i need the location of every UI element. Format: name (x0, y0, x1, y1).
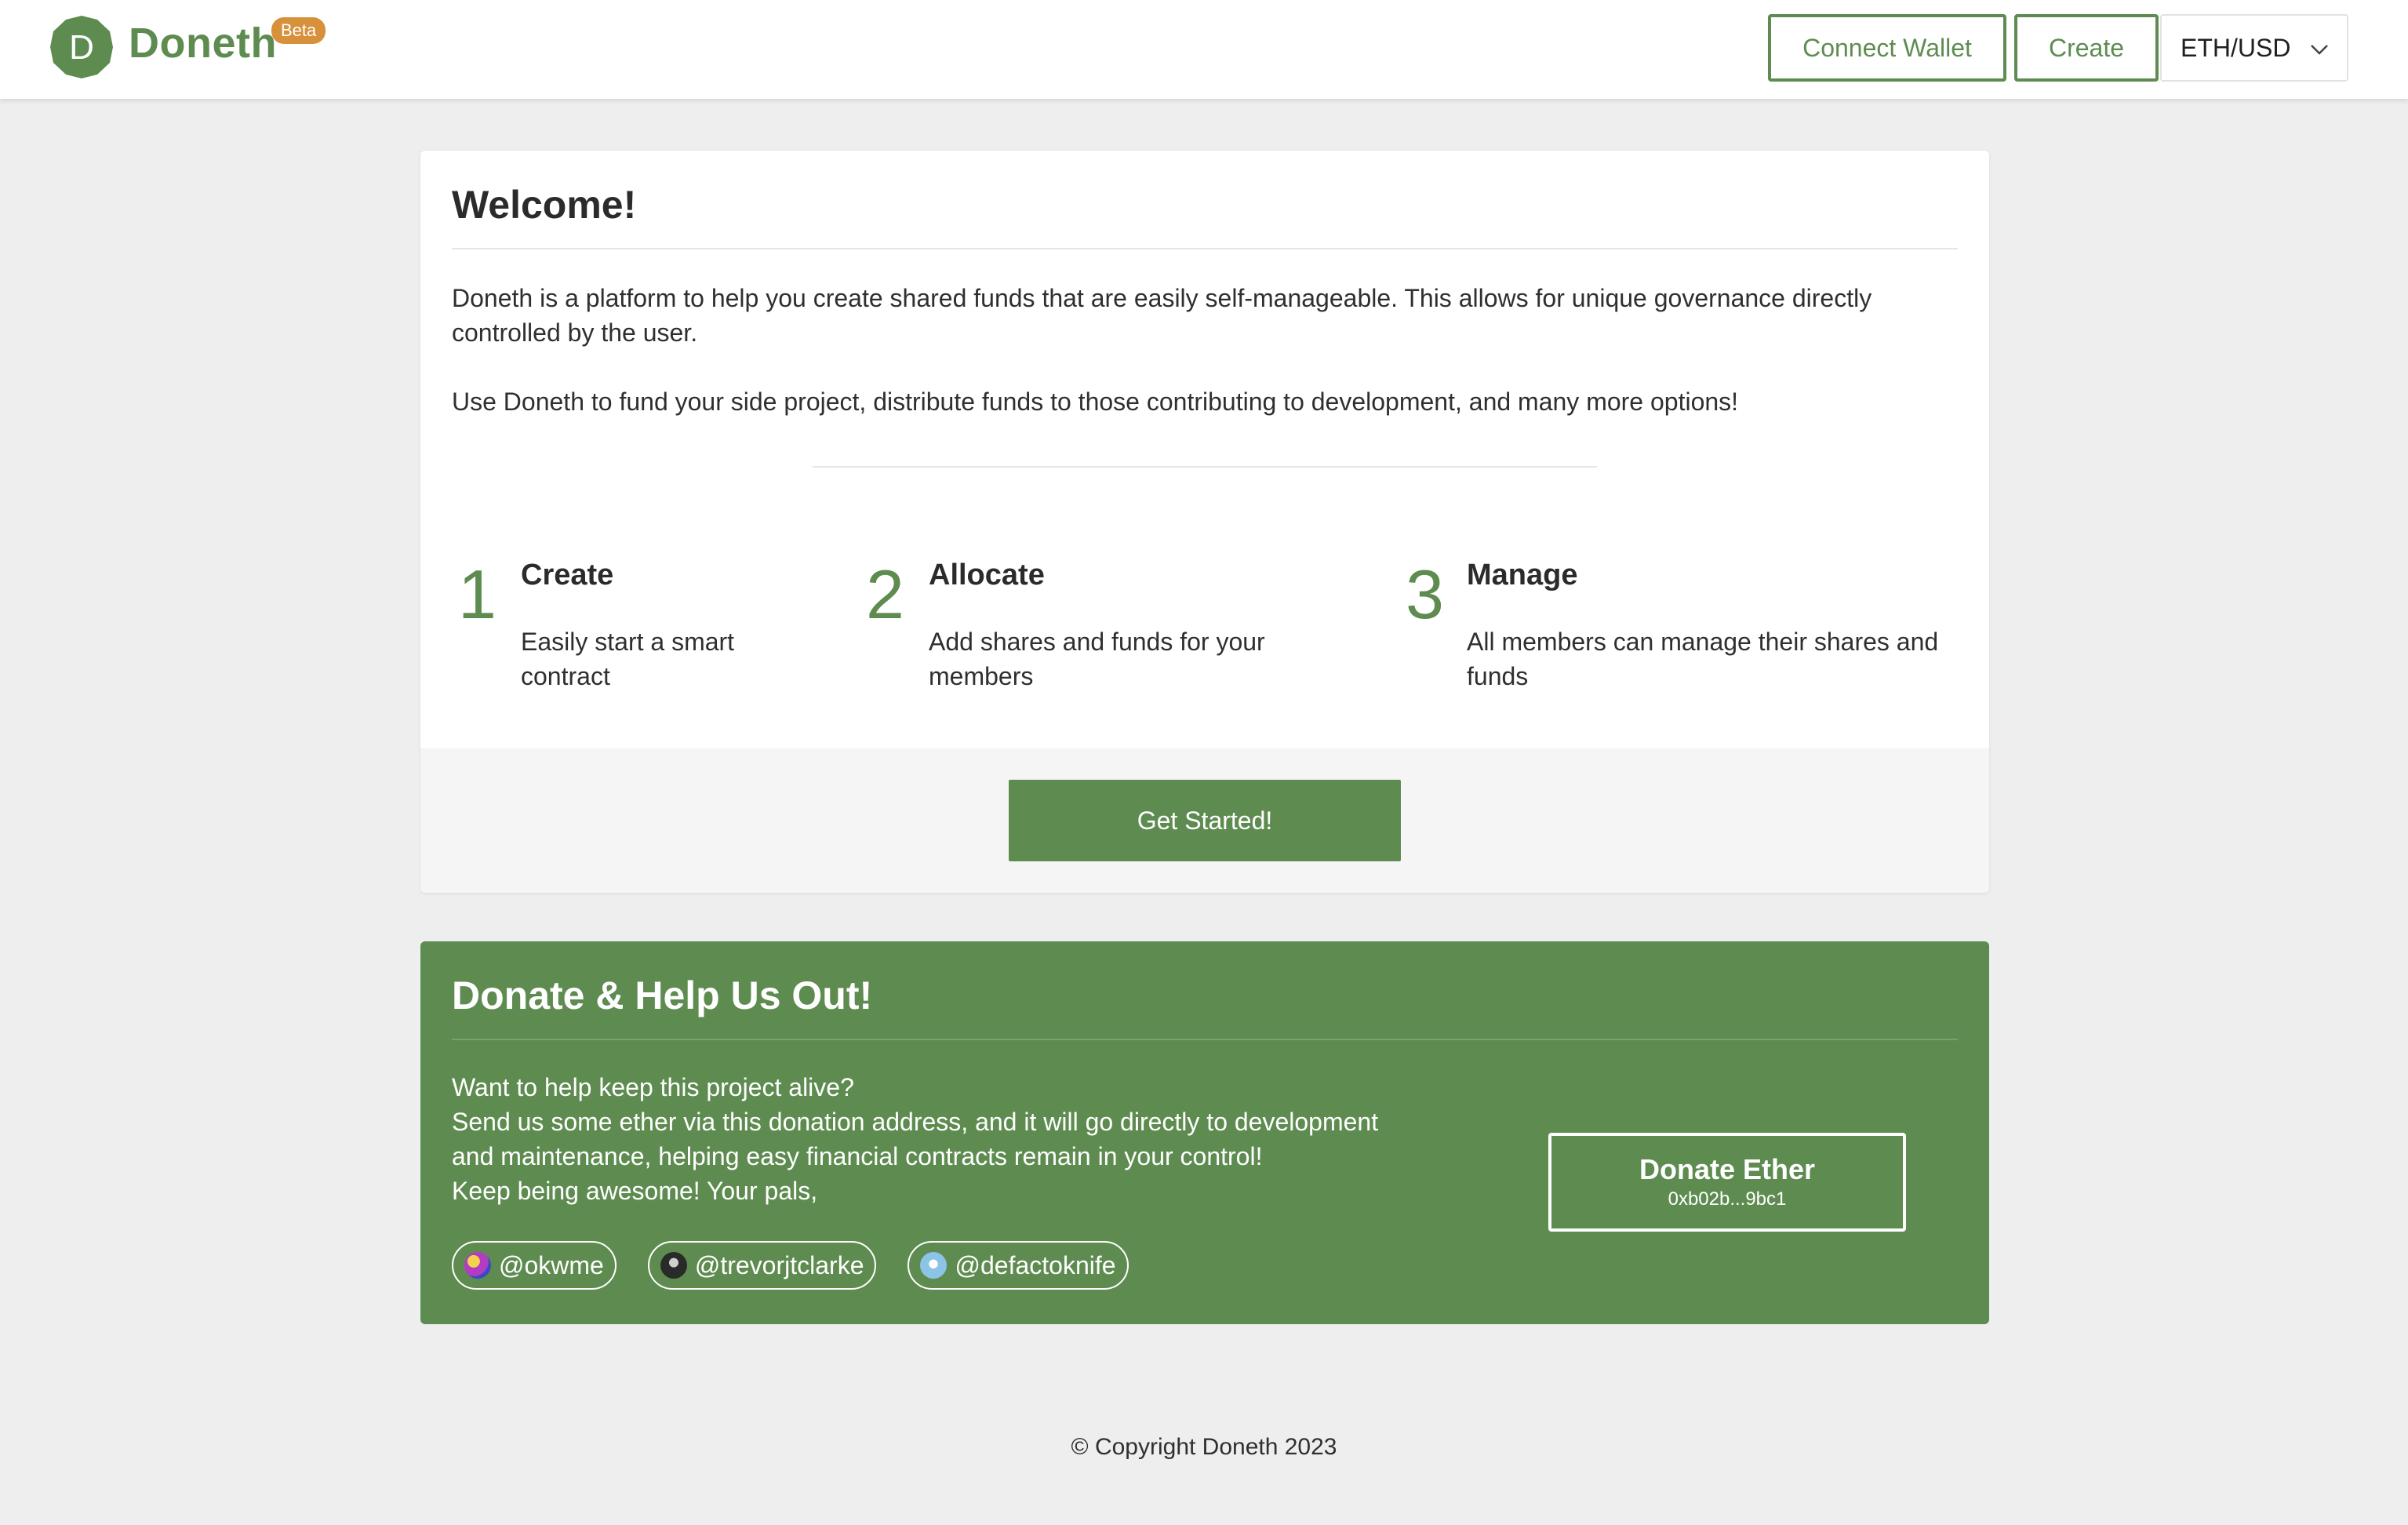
svg-text:D: D (69, 28, 94, 67)
step-title: Allocate (929, 559, 1045, 591)
handle-label: @okwme (499, 1250, 604, 1279)
step-title: Create (521, 559, 614, 591)
copyright-text: © Copyright Doneth 2023 (1071, 1434, 1337, 1460)
divider (813, 466, 1597, 468)
donate-card: Donate & Help Us Out! Want to help keep … (420, 941, 1989, 1324)
doneth-logo-icon[interactable]: D (49, 14, 115, 80)
beta-badge: Beta (271, 17, 326, 44)
handle-trevorjtclarke[interactable]: @trevorjtclarke (647, 1241, 877, 1290)
step-title: Manage (1467, 559, 1578, 591)
currency-select[interactable]: ETH/USD (2160, 14, 2348, 82)
handle-label: @defactoknife (955, 1250, 1116, 1279)
donate-line: Send us some ether via this donation add… (452, 1108, 1379, 1170)
divider (452, 248, 1958, 249)
handle-defactoknife[interactable]: @defactoknife (908, 1241, 1129, 1290)
donation-address: 0xb02b...9bc1 (1668, 1188, 1787, 1210)
step-description: All members can manage their shares and … (1467, 628, 1939, 690)
step-number: 2 (866, 555, 904, 633)
donate-ether-label: Donate Ether (1639, 1153, 1816, 1185)
step-description: Easily start a smart contract (521, 628, 735, 690)
top-navbar: D Doneth Beta Connect Wallet Create ETH/… (0, 0, 2408, 99)
avatar (920, 1252, 948, 1279)
welcome-card-footer: Get Started! (420, 748, 1989, 893)
contributor-handles: @okwme @trevorjtclarke @defactoknife (452, 1241, 1129, 1290)
donate-ether-button[interactable]: Donate Ether 0xb02b...9bc1 (1548, 1133, 1906, 1232)
welcome-title: Welcome! (452, 183, 637, 227)
divider (452, 1039, 1958, 1040)
brand-name[interactable]: Doneth (129, 19, 277, 67)
donate-message: Want to help keep this project alive? Se… (452, 1070, 1424, 1208)
get-started-button[interactable]: Get Started! (1009, 780, 1401, 861)
create-button[interactable]: Create (2014, 14, 2159, 82)
donate-title: Donate & Help Us Out! (452, 974, 873, 1017)
chevron-down-icon (2311, 45, 2328, 55)
donate-line: Want to help keep this project alive? (452, 1073, 854, 1101)
step-number: 1 (458, 555, 497, 633)
handle-label: @trevorjtclarke (694, 1250, 864, 1279)
currency-select-value: ETH/USD (2181, 33, 2291, 62)
intro-paragraph: Doneth is a platform to help you create … (452, 284, 1872, 347)
donate-line: Keep being awesome! Your pals, (452, 1177, 818, 1205)
step-number: 3 (1406, 555, 1444, 633)
usage-paragraph: Use Doneth to fund your side project, di… (452, 388, 1739, 416)
connect-wallet-button[interactable]: Connect Wallet (1768, 14, 2006, 82)
avatar (660, 1252, 687, 1279)
avatar (464, 1252, 491, 1279)
welcome-card: Welcome! Doneth is a platform to help yo… (420, 151, 1989, 893)
step-description: Add shares and funds for your members (929, 628, 1265, 690)
handle-okwme[interactable]: @okwme (452, 1241, 617, 1290)
